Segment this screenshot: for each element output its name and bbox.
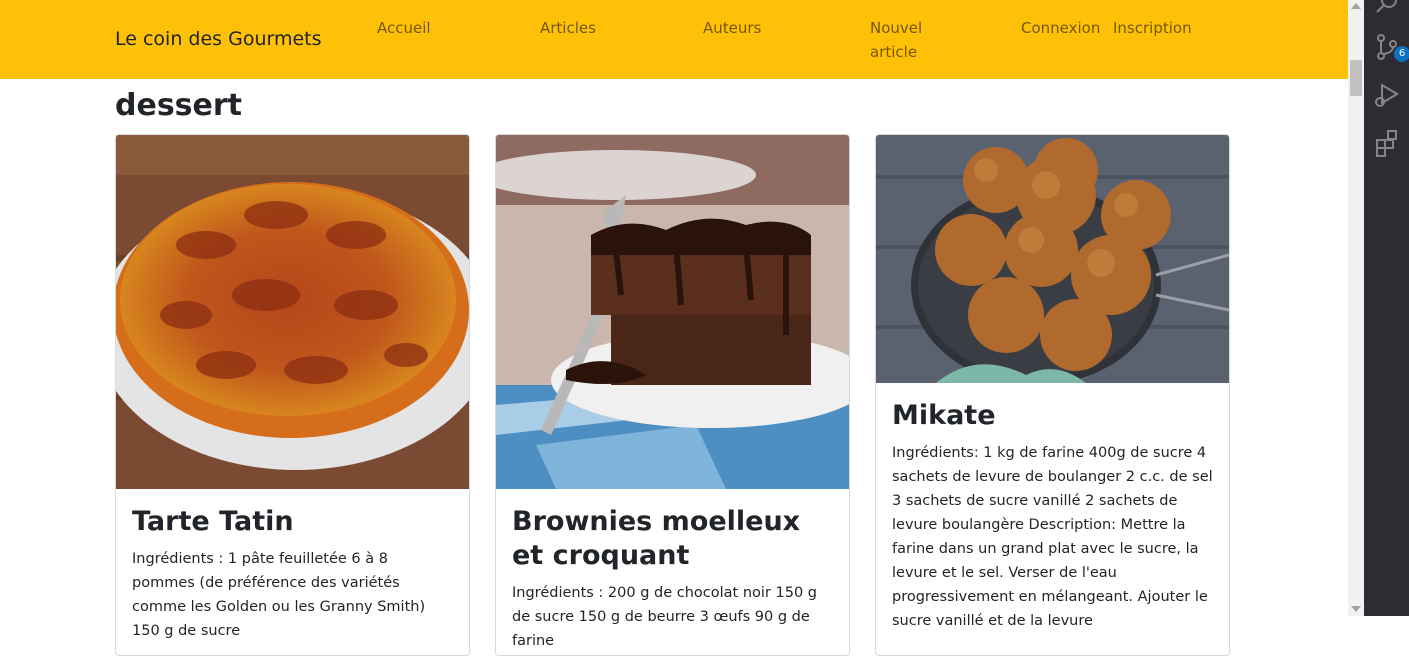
navbar-brand[interactable]: Le coin des Gourmets [115, 28, 322, 50]
card-text: Ingrédients : 200 g de chocolat noir 150… [512, 585, 817, 649]
mikate-image [876, 135, 1229, 383]
nav-link-accueil[interactable]: Accueil [377, 16, 431, 40]
nav-link-articles[interactable]: Articles [540, 16, 596, 40]
nav-link-connexion[interactable]: Connexion [1021, 16, 1100, 40]
recipe-card-tarte-tatin[interactable]: Tarte Tatin Ingrédients : 1 pâte feuille… [115, 134, 470, 656]
extensions-icon[interactable] [1372, 128, 1402, 158]
search-icon[interactable] [1372, 0, 1402, 18]
card-title: Brownies moelleux et croquant [512, 506, 801, 571]
navbar: Le coin des Gourmets Accueil Articles Au… [0, 0, 1348, 79]
scroll-down-arrow-icon[interactable] [1351, 606, 1361, 612]
tarte-tatin-image [116, 135, 469, 489]
run-debug-icon[interactable] [1372, 80, 1402, 110]
nav-link-auteurs[interactable]: Auteurs [703, 16, 761, 40]
vertical-scrollbar[interactable] [1348, 0, 1364, 616]
card-body: Mikate Ingrédients: 1 kg de farine 400g … [892, 399, 1213, 633]
nav-link-nouvel-article[interactable]: Nouvel article [870, 16, 940, 64]
card-text: Ingrédients: 1 kg de farine 400g de sucr… [892, 445, 1213, 629]
recipe-card-brownies[interactable]: Brownies moelleux et croquant Ingrédient… [495, 134, 850, 656]
card-body: Brownies moelleux et croquant Ingrédient… [512, 505, 833, 653]
recipe-card-mikate[interactable]: Mikate Ingrédients: 1 kg de farine 400g … [875, 134, 1230, 656]
source-control-badge: 6 [1394, 46, 1409, 62]
card-body: Tarte Tatin Ingrédients : 1 pâte feuille… [132, 505, 453, 643]
card-text: Ingrédients : 1 pâte feuilletée 6 à 8 po… [132, 551, 426, 639]
scroll-thumb[interactable] [1350, 60, 1362, 96]
page-title: dessert [115, 88, 243, 123]
activity-bar: 6 [1364, 0, 1409, 616]
nav-link-inscription[interactable]: Inscription [1113, 16, 1192, 40]
brownies-image [496, 135, 849, 489]
scroll-up-arrow-icon[interactable] [1351, 3, 1361, 9]
card-title: Tarte Tatin [132, 506, 294, 537]
card-title: Mikate [892, 400, 996, 431]
